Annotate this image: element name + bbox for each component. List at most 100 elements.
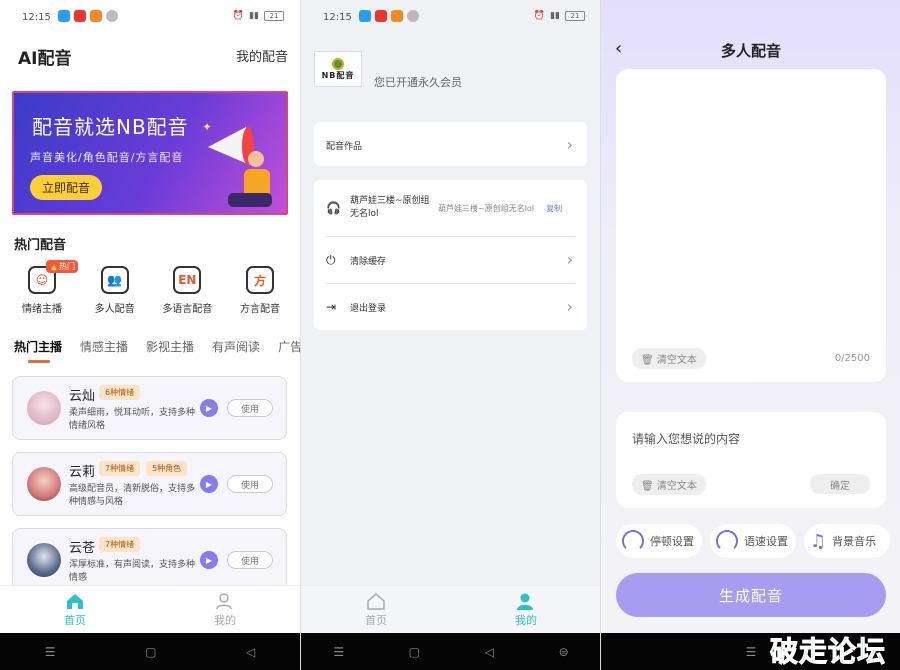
system-icons: ⏰ ▮▮ 21	[233, 11, 284, 21]
nav-home[interactable]: 首页	[301, 586, 451, 633]
hot-badge: 🔥热门	[46, 260, 78, 273]
home-system-icon[interactable]: ▢	[409, 645, 420, 659]
speed-settings-button[interactable]: 语速设置	[710, 524, 796, 558]
avatar	[27, 543, 61, 577]
banner-headline: 配音就选NB配音	[32, 115, 189, 139]
assist-icon[interactable]: ⊜	[559, 645, 569, 659]
alarm-icon: ⏰	[533, 11, 546, 21]
language-icon: EN	[173, 266, 202, 294]
bgm-settings-button[interactable]: ♫ 背景音乐	[804, 524, 890, 558]
feature-dialect[interactable]: 方 方言配音	[224, 266, 296, 315]
wechat-icon	[106, 10, 118, 22]
nav-label: 我的	[515, 613, 537, 627]
notification-icons	[58, 10, 118, 22]
app-icon	[391, 10, 403, 22]
tag: 6种情绪	[99, 385, 141, 400]
voice-tags: 6种情绪	[99, 385, 141, 400]
back-system-icon[interactable]: ◁	[485, 645, 494, 659]
tab-emotion[interactable]: 情感主播	[80, 338, 128, 355]
feature-label: 方言配音	[239, 304, 280, 315]
status-bar: 12:15 ⏰ ▮▮ 21	[0, 0, 300, 36]
back-system-icon[interactable]: ◁	[246, 645, 255, 659]
play-icon[interactable]: ▶	[200, 551, 218, 569]
voice-card[interactable]: 云灿 6种情绪 柔声细雨，悦耳动听，支持多种情绪风格 ▶ 使用	[12, 376, 287, 440]
battery-icon: 21	[264, 11, 284, 21]
clear-cache-label: 清除缓存	[350, 256, 387, 267]
status-bar: 12:15 ⏰ ▮▮ 21	[301, 0, 600, 36]
menu-icon[interactable]: ☰	[45, 645, 56, 659]
tab-hot[interactable]: 热门主播	[14, 338, 62, 363]
voice-card[interactable]: 云莉 7种情绪 5种角色 高级配音员，清新脱俗，支持多种情感与风格 ▶ 使用	[12, 452, 287, 516]
membership-status: 您已开通永久会员	[374, 76, 462, 89]
bottom-nav: 首页 我的	[0, 585, 300, 633]
feature-label: 情绪主播	[22, 304, 62, 315]
clear-text-button[interactable]: 🗑 清空文本	[632, 474, 706, 495]
voice-tags: 7种情绪	[99, 537, 141, 552]
menu-icon[interactable]: ☰	[333, 645, 344, 659]
nav-home[interactable]: 首页	[0, 586, 150, 633]
status-time: 12:15	[22, 12, 51, 23]
signal-icon: ▮▮	[249, 11, 259, 21]
feature-emotion[interactable]: 🔥热门 ☺ 情绪主播	[6, 260, 78, 315]
people-icon: 👥	[100, 266, 129, 294]
qq-icon	[359, 10, 371, 22]
play-icon[interactable]: ▶	[200, 475, 218, 493]
voice-tags: 7种情绪 5种角色	[99, 461, 188, 476]
promo-banner[interactable]: 配音就选NB配音 声音美化/角色配音/方言配音 立即配音 ✦	[12, 91, 288, 215]
use-button[interactable]: 使用	[227, 475, 273, 493]
wechat-icon	[407, 10, 419, 22]
logo-text: NB配音	[321, 70, 355, 80]
logout-icon: ⇥	[326, 300, 337, 314]
play-icon[interactable]: ▶	[200, 399, 218, 417]
script-editor[interactable]: 🗑 清空文本 0/2500	[616, 69, 886, 382]
chevron-right-icon: ›	[566, 250, 573, 269]
tab-film[interactable]: 影视主播	[146, 338, 194, 355]
multi-dub-screen: ‹ 多人配音 🗑 清空文本 0/2500 请输入您想说的内容 🗑 清空文本 确定…	[600, 0, 900, 670]
copy-button[interactable]: 复制	[546, 203, 562, 214]
nav-mine[interactable]: 我的	[150, 586, 300, 633]
app-logo: NB配音	[314, 51, 362, 87]
confirm-button[interactable]: 确定	[810, 474, 870, 494]
svg-text:✦: ✦	[202, 120, 212, 134]
voice-settings: 停顿设置 语速设置 ♫ 背景音乐	[616, 524, 890, 558]
gauge-icon	[622, 530, 644, 552]
feature-multi[interactable]: 👥 多人配音	[79, 266, 151, 315]
feature-label: 多人配音	[94, 304, 135, 315]
voice-card[interactable]: 云苍 7种情绪 浑厚标准，有声阅读，支持多种情感 ▶ 使用	[12, 528, 287, 592]
voice-desc: 浑厚标准，有声阅读，支持多种情感	[69, 560, 196, 583]
voice-desc: 高级配音员，清新脱俗，支持多种情感与风格	[69, 484, 196, 507]
feature-label: 多语言配音	[162, 304, 213, 315]
logout-label: 退出登录	[350, 303, 387, 314]
my-dubbing-link[interactable]: 我的配音	[236, 46, 288, 65]
generate-button[interactable]: 生成配音	[616, 573, 886, 617]
clear-cache-row[interactable]: ⏻ 清除缓存 ›	[314, 237, 587, 283]
user-icon	[517, 593, 533, 610]
alarm-icon: ⏰	[232, 11, 245, 21]
start-dubbing-button[interactable]: 立即配音	[30, 175, 103, 200]
home-system-icon[interactable]: ▢	[145, 645, 156, 659]
works-entry[interactable]: 配音作品 ›	[314, 122, 587, 166]
chevron-right-icon: ›	[566, 297, 573, 316]
nav-mine[interactable]: 我的	[451, 586, 600, 633]
use-button[interactable]: 使用	[227, 551, 273, 569]
page-title: 多人配音	[720, 42, 781, 60]
works-row[interactable]: 配音作品 ›	[314, 122, 587, 168]
account-id: 葫芦娃三楼~原创组无名lol	[438, 203, 535, 213]
avatar	[27, 467, 61, 501]
feature-grid: 🔥热门 ☺ 情绪主播 👥 多人配音 EN 多语言配音 方 方言配音	[6, 260, 296, 315]
use-button[interactable]: 使用	[227, 399, 273, 417]
content-input[interactable]: 请输入您想说的内容 🗑 清空文本 确定	[616, 412, 886, 508]
tab-ad[interactable]: 广告	[278, 338, 300, 355]
menu-icon[interactable]: ☰	[746, 645, 757, 659]
voice-name: 云莉	[69, 465, 96, 480]
feature-multilang[interactable]: EN 多语言配音	[151, 266, 223, 315]
status-time: 12:15	[323, 12, 352, 23]
works-label: 配音作品	[326, 141, 363, 152]
pause-settings-button[interactable]: 停顿设置	[616, 524, 702, 558]
tab-audiobook[interactable]: 有声阅读	[212, 338, 260, 355]
clear-text-button[interactable]: 🗑 清空文本	[632, 348, 706, 369]
logout-row[interactable]: ⇥ 退出登录 ›	[314, 284, 587, 330]
app-icon	[375, 10, 387, 22]
nav-label: 首页	[365, 613, 387, 627]
gauge-icon	[716, 530, 738, 552]
